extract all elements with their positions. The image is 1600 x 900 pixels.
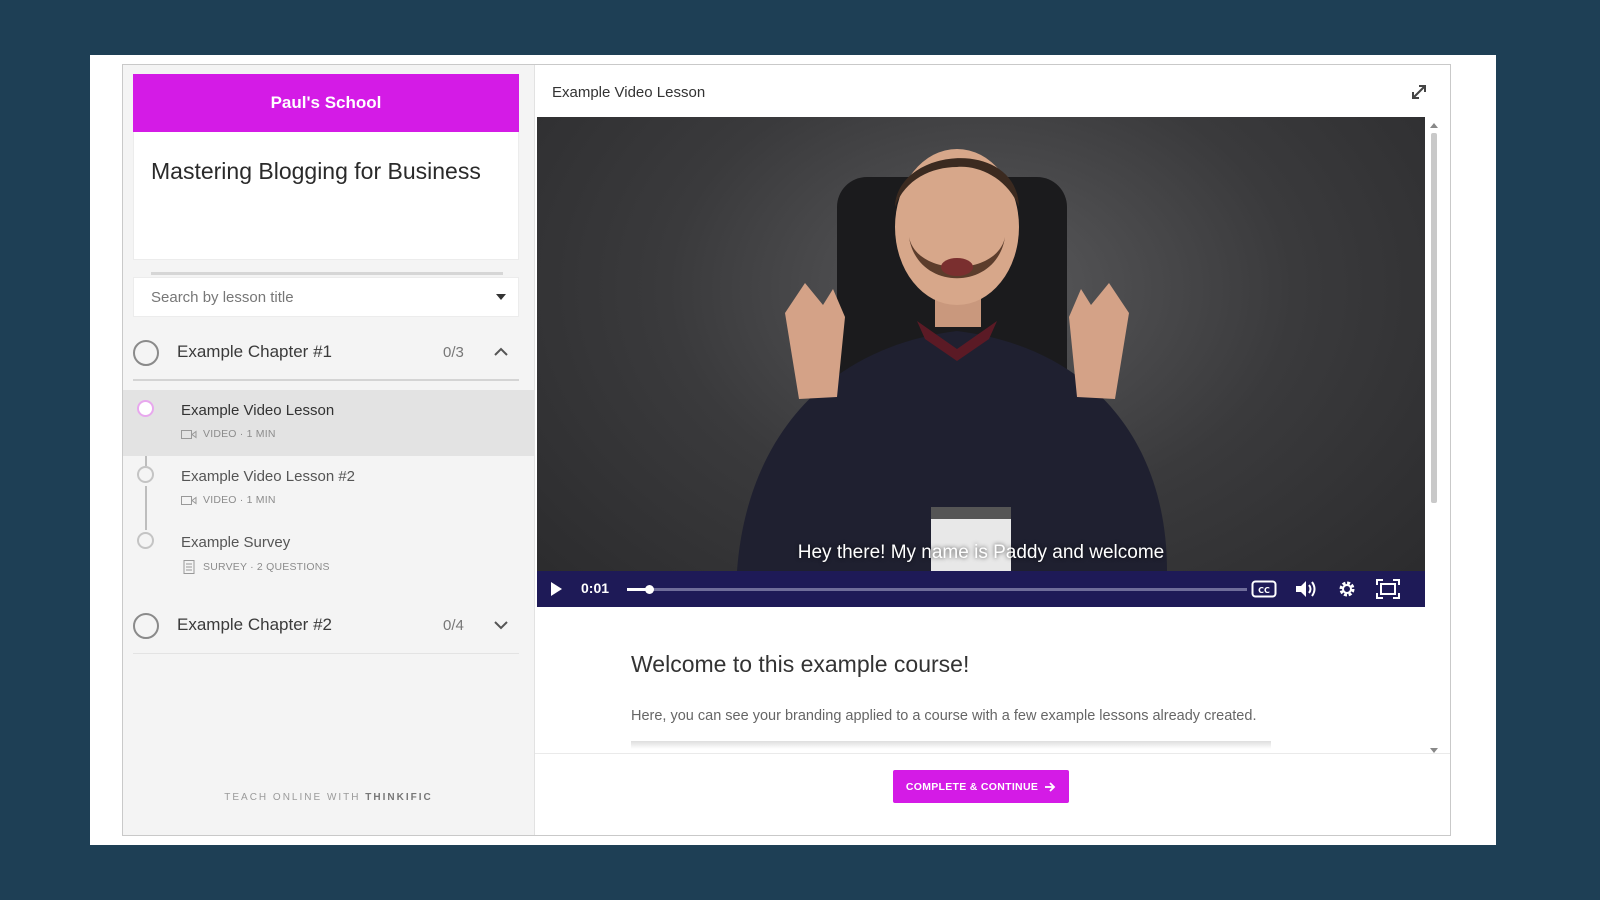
lesson-content-heading: Welcome to this example course!: [631, 651, 970, 677]
course-player: Paul's School Mastering Blogging for Bus…: [122, 64, 1451, 836]
lesson-footer-bar: COMPLETE & CONTINUE: [535, 753, 1450, 835]
complete-button-label: COMPLETE & CONTINUE: [905, 780, 1039, 793]
course-info: Mastering Blogging for Business 0% compl…: [133, 132, 519, 305]
volume-icon[interactable]: [1293, 578, 1319, 600]
chapter-title[interactable]: Example Chapter #1: [177, 342, 332, 362]
video-seek-bar[interactable]: [627, 585, 1247, 594]
scroll-thumb[interactable]: [1431, 133, 1437, 503]
complete-and-continue-button[interactable]: COMPLETE & CONTINUE: [893, 770, 1069, 803]
school-name-header[interactable]: Paul's School: [133, 74, 519, 132]
video-icon: [181, 429, 197, 439]
lesson-meta: VIDEO · 1 MIN: [181, 494, 276, 506]
lesson-status-circle-icon: [137, 400, 154, 417]
lesson-item-example-video-lesson[interactable]: Example Video Lesson VIDEO · 1 MIN: [123, 390, 534, 456]
video-icon: [181, 495, 197, 505]
lesson-meta: VIDEO · 1 MIN: [181, 428, 276, 440]
chapter-divider: [133, 379, 519, 381]
lesson-content-area: Example Video Lesson Hey there! My name …: [535, 65, 1450, 835]
video-time: 0:01: [581, 580, 610, 596]
chapter-1-header[interactable]: Example Chapter #1 0/3: [123, 324, 519, 380]
scroll-up-icon[interactable]: [1430, 123, 1438, 128]
lesson-content-body: Here, you can see your branding applied …: [631, 708, 1257, 724]
chapter-2-header[interactable]: Example Chapter #2 0/4: [123, 597, 519, 653]
settings-gear-icon[interactable]: [1334, 578, 1360, 600]
search-input[interactable]: Search by lesson title: [151, 289, 294, 306]
course-title: Mastering Blogging for Business: [151, 158, 481, 184]
lesson-title[interactable]: Example Survey: [181, 534, 290, 551]
seek-handle[interactable]: [644, 585, 654, 594]
powered-by-footer[interactable]: TEACH ONLINE WITH THINKIFIC: [123, 792, 534, 803]
footer-prefix: TEACH ONLINE WITH: [224, 792, 361, 803]
chevron-up-icon[interactable]: [491, 342, 511, 362]
lesson-item-example-video-lesson-2[interactable]: Example Video Lesson #2 VIDEO · 1 MIN: [123, 456, 534, 522]
lesson-meta-text: VIDEO · 1 MIN: [203, 494, 276, 506]
video-caption: Hey there! My name is Paddy and welcome: [797, 542, 1165, 563]
chevron-down-icon[interactable]: [491, 615, 511, 635]
svg-text:CC: CC: [1258, 586, 1270, 595]
closed-captions-icon[interactable]: CC: [1251, 578, 1277, 600]
course-sidebar: Paul's School Mastering Blogging for Bus…: [123, 65, 535, 835]
lesson-search-dropdown[interactable]: Search by lesson title: [133, 277, 519, 317]
footer-brand-name[interactable]: THINKIFIC: [365, 792, 432, 803]
lesson-topbar: Example Video Lesson: [535, 65, 1450, 117]
video-player[interactable]: Hey there! My name is Paddy and welcome …: [537, 117, 1425, 607]
course-progress-bar: [151, 272, 503, 275]
play-icon[interactable]: [551, 582, 562, 596]
lesson-item-example-survey[interactable]: Example Survey SURVEY · 2 QUESTIONS: [123, 522, 534, 588]
lesson-status-circle-icon: [137, 532, 154, 549]
fullscreen-icon[interactable]: [1375, 578, 1401, 600]
chapter-divider: [133, 653, 519, 654]
lesson-title[interactable]: Example Video Lesson #2: [181, 468, 355, 485]
video-controls-bar: 0:01 CC: [537, 571, 1425, 607]
lesson-meta-text: VIDEO · 1 MIN: [203, 428, 276, 440]
video-frame-presenter: [737, 149, 1167, 579]
content-overflow-fade: [631, 741, 1271, 749]
lesson-title[interactable]: Example Video Lesson: [181, 402, 334, 419]
chapter-count: 0/4: [443, 617, 464, 634]
dropdown-caret-icon[interactable]: [496, 294, 506, 300]
lesson-status-circle-icon: [137, 466, 154, 483]
chapter-title[interactable]: Example Chapter #2: [177, 615, 332, 635]
arrow-right-icon: [1045, 781, 1056, 792]
lesson-meta: SURVEY · 2 QUESTIONS: [181, 560, 330, 574]
expand-icon[interactable]: [1408, 81, 1430, 103]
chapter-status-circle-icon: [133, 613, 159, 639]
survey-icon: [183, 560, 195, 574]
content-scrollbar[interactable]: [1429, 123, 1439, 753]
chapter-status-circle-icon: [133, 340, 159, 366]
lesson-meta-text: SURVEY · 2 QUESTIONS: [203, 561, 330, 573]
chapter-count: 0/3: [443, 344, 464, 361]
lesson-header-title: Example Video Lesson: [552, 84, 706, 101]
